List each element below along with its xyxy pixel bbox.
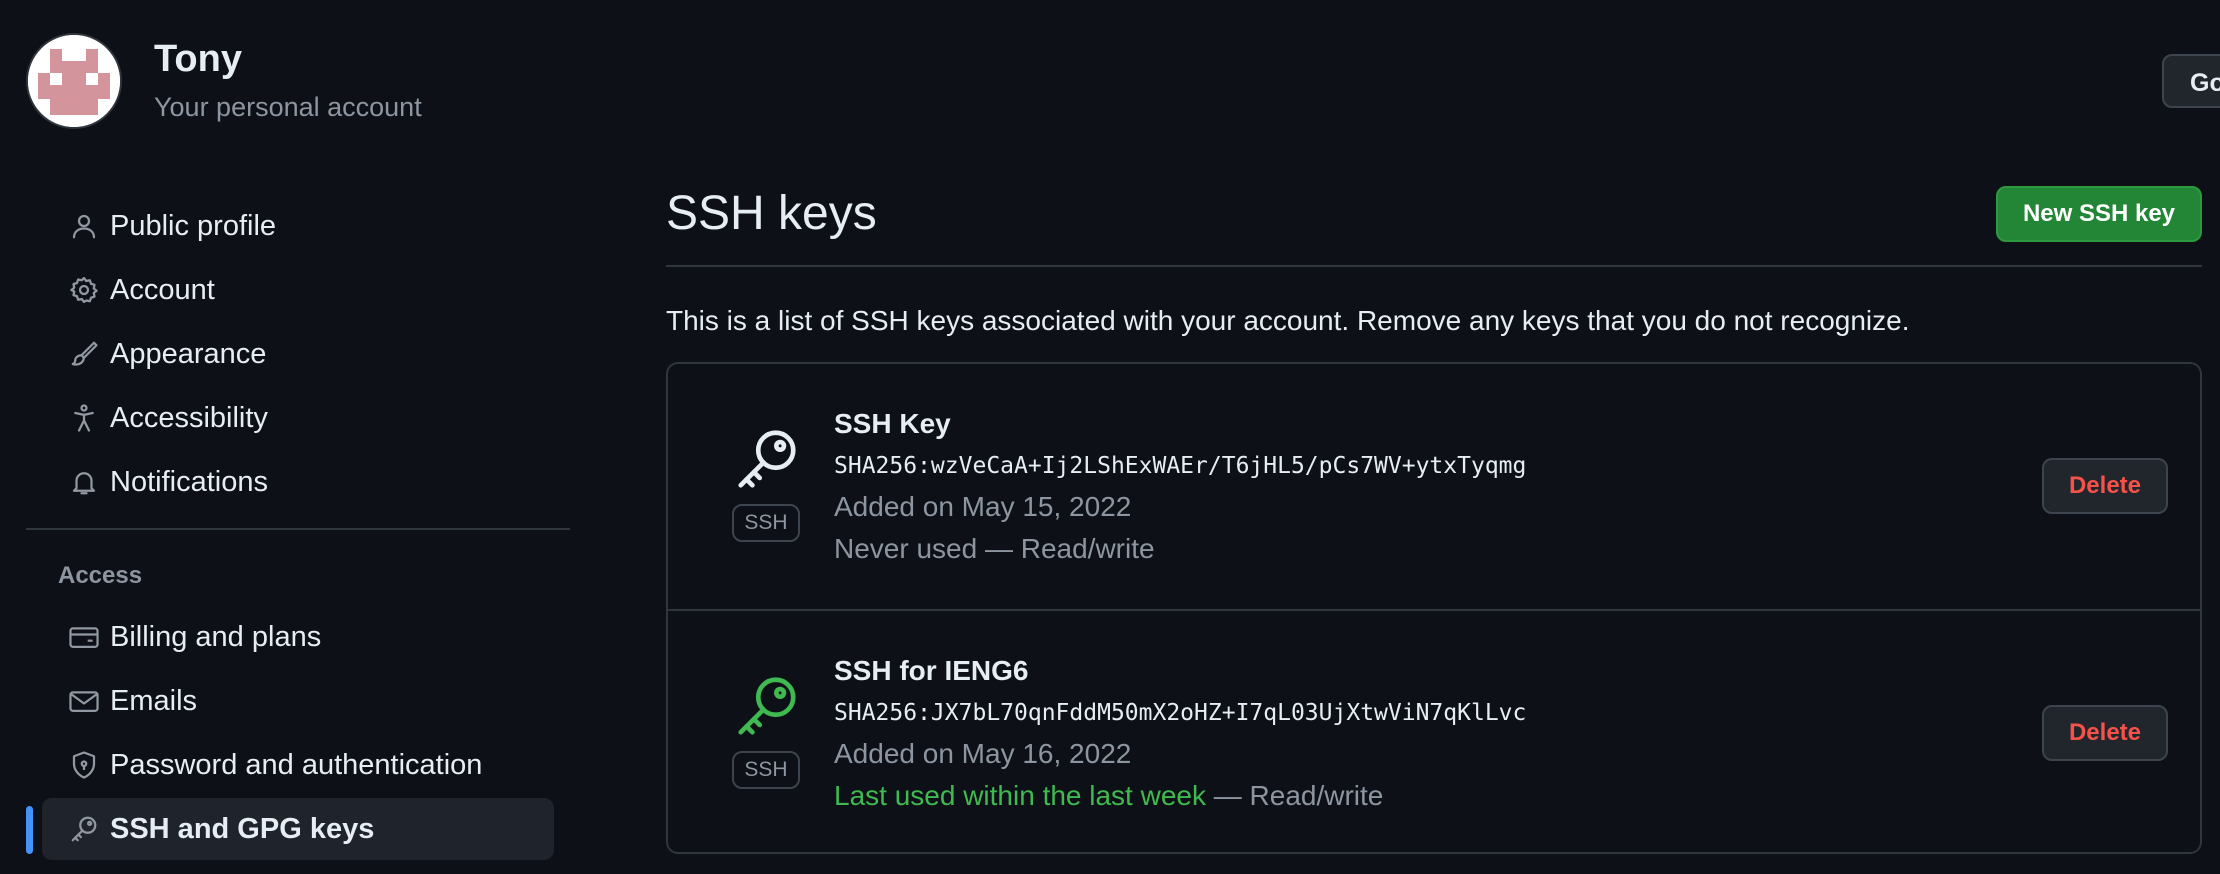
ssh-badge: SSH xyxy=(732,751,800,789)
sidebar-item-label: Account xyxy=(110,273,215,306)
sidebar-item-label: Password and authentication xyxy=(110,748,483,781)
key-last-used: Never used xyxy=(834,533,978,564)
key-access-level: — Read/write xyxy=(1205,780,1384,811)
key-title: SSH for IENG6 xyxy=(834,655,1029,686)
key-icon xyxy=(52,814,116,844)
sidebar-divider xyxy=(26,528,570,530)
sidebar-item-billing[interactable]: Billing and plans xyxy=(42,606,554,668)
sidebar-item-ssh-gpg-keys[interactable]: SSH and GPG keys xyxy=(42,798,554,860)
key-last-used: Last used within the last week xyxy=(834,780,1206,811)
key-usage: Never used — Read/write xyxy=(834,533,1155,565)
key-usage: Last used within the last week — Read/wr… xyxy=(834,780,1383,812)
mail-icon xyxy=(52,686,116,716)
key-fingerprint: SHA256:JX7bL70qnFddM50mX2oHZ+I7qL03UjXtw… xyxy=(834,700,1527,726)
sidebar-item-label: SSH and GPG keys xyxy=(110,812,375,845)
title-divider xyxy=(666,265,2202,267)
accessibility-icon xyxy=(52,403,116,433)
person-icon xyxy=(52,211,116,241)
sidebar-item-label: Billing and plans xyxy=(110,620,322,653)
key-access-level: — Read/write xyxy=(977,533,1155,564)
sidebar-item-notifications[interactable]: Notifications xyxy=(42,451,554,513)
sidebar-item-appearance[interactable]: Appearance xyxy=(42,323,554,385)
sidebar-section-heading: Access xyxy=(58,562,143,589)
key-icon xyxy=(732,671,802,746)
ssh-key-item: SSH SSH Key SHA256:wzVeCaA+Ij2LShExWAEr/… xyxy=(668,364,2200,609)
shield-icon xyxy=(52,750,116,780)
sidebar-item-label: Notifications xyxy=(110,465,268,498)
new-ssh-key-button[interactable]: New SSH key xyxy=(1996,186,2202,242)
sidebar-item-emails[interactable]: Emails xyxy=(42,670,554,732)
page-title: SSH keys xyxy=(666,187,877,240)
account-name: Tony xyxy=(154,38,242,80)
ssh-badge: SSH xyxy=(732,504,800,542)
account-subtitle: Your personal account xyxy=(154,92,422,122)
sidebar-item-label: Emails xyxy=(110,684,198,717)
key-title: SSH Key xyxy=(834,408,951,439)
sidebar-item-label: Accessibility xyxy=(110,401,268,434)
avatar[interactable] xyxy=(26,33,122,129)
settings-page: Tony Your personal account Go Public pro… xyxy=(0,0,2220,874)
sidebar-item-account[interactable]: Account xyxy=(42,259,554,321)
sidebar-item-label: Appearance xyxy=(110,337,267,370)
key-icon xyxy=(732,424,802,499)
key-added-date: Added on May 15, 2022 xyxy=(834,491,1132,522)
sidebar-item-public-profile[interactable]: Public profile xyxy=(42,195,554,257)
bell-icon xyxy=(52,467,116,497)
gear-icon xyxy=(52,275,116,305)
delete-key-button[interactable]: Delete xyxy=(2042,458,2168,514)
sidebar-item-password[interactable]: Password and authentication xyxy=(42,734,554,796)
key-fingerprint: SHA256:wzVeCaA+Ij2LShExWAEr/T6jHL5/pCs7W… xyxy=(834,453,1527,479)
go-to-profile-button[interactable]: Go xyxy=(2162,54,2220,108)
delete-key-button[interactable]: Delete xyxy=(2042,705,2168,761)
sidebar-item-accessibility[interactable]: Accessibility xyxy=(42,387,554,449)
page-description: This is a list of SSH keys associated wi… xyxy=(666,305,1910,336)
key-added-date: Added on May 16, 2022 xyxy=(834,738,1132,769)
credit-card-icon xyxy=(52,622,116,652)
sidebar-item-label: Public profile xyxy=(110,209,277,242)
ssh-key-item: SSH SSH for IENG6 SHA256:JX7bL70qnFddM50… xyxy=(668,609,2200,856)
active-indicator xyxy=(26,806,33,854)
paintbrush-icon xyxy=(52,339,116,369)
ssh-key-list: SSH SSH Key SHA256:wzVeCaA+Ij2LShExWAEr/… xyxy=(666,362,2202,854)
